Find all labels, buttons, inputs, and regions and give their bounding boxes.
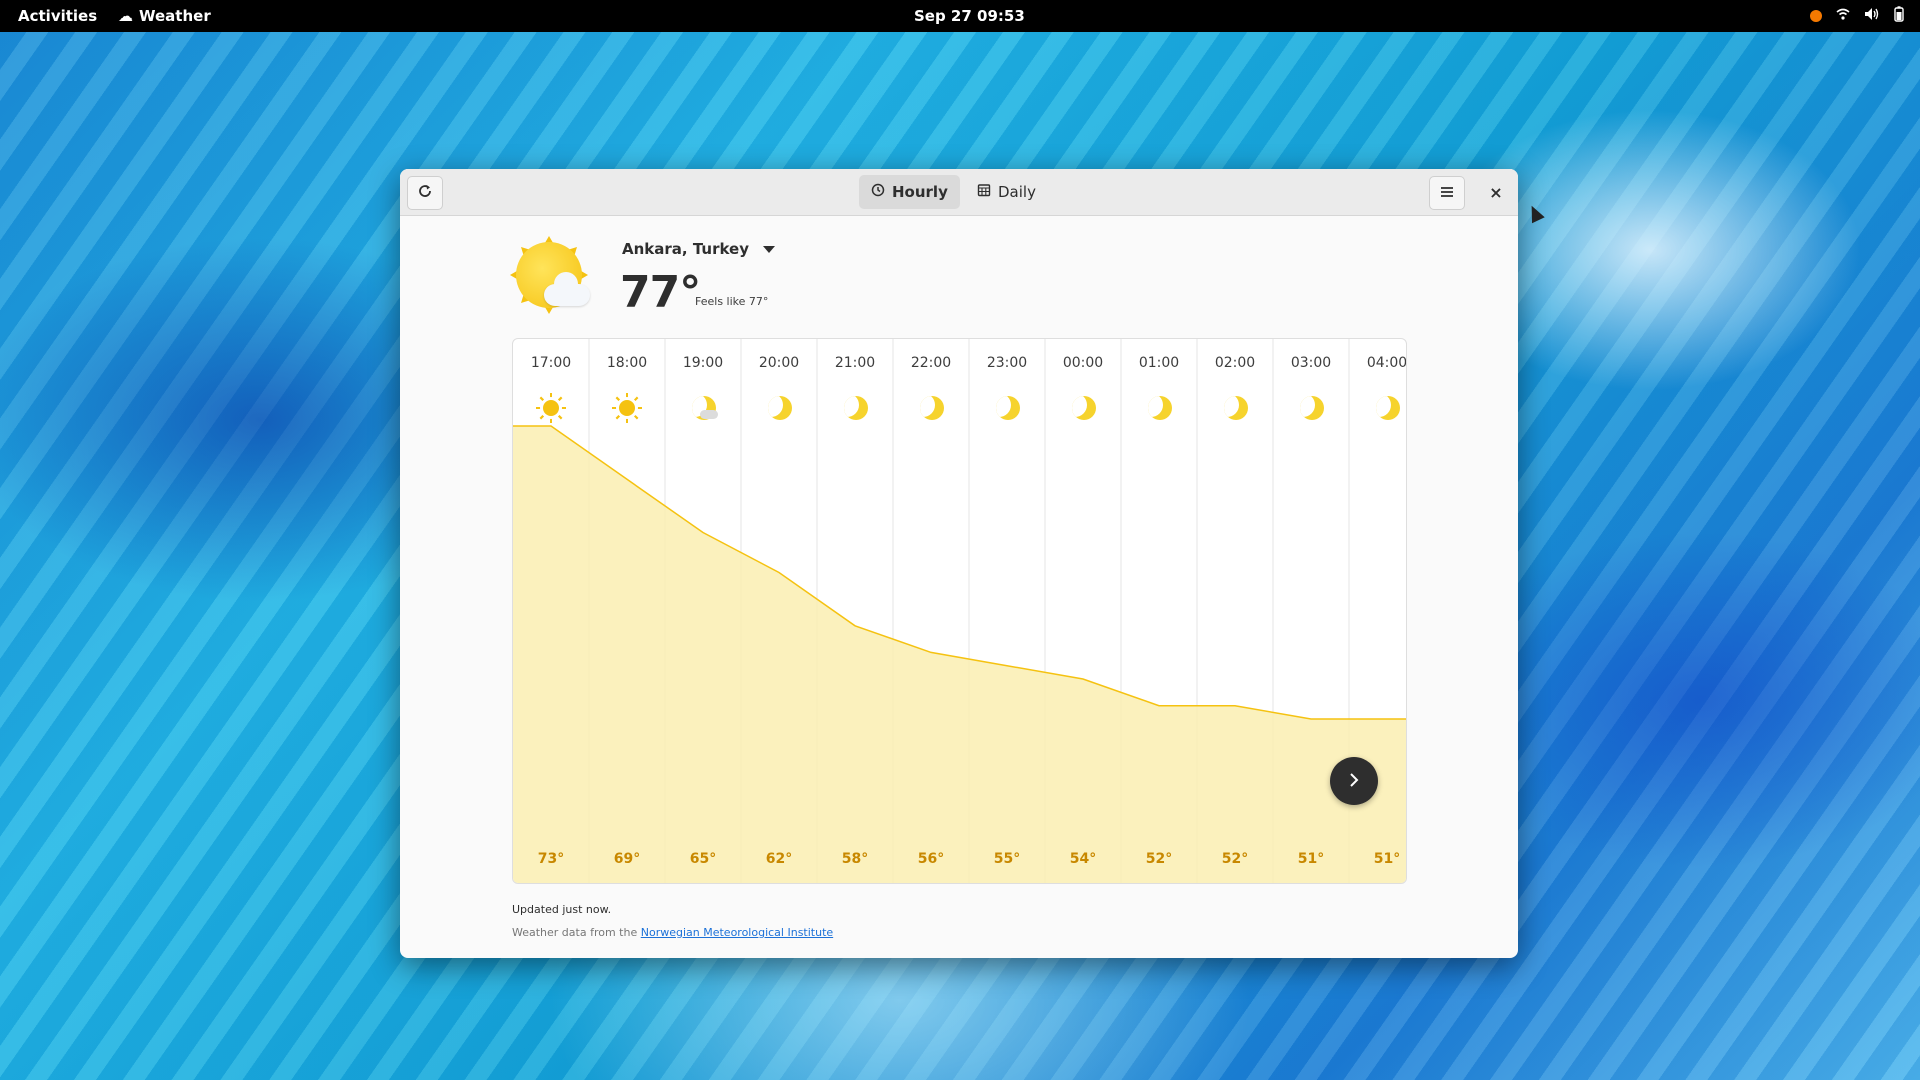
hour-temperature: 52° <box>1145 851 1173 867</box>
attribution: Weather data from the Norwegian Meteorol… <box>512 926 833 939</box>
moon-icon <box>916 393 946 423</box>
hour-temperature: 54° <box>1069 851 1097 867</box>
weather-app-icon: ☁ <box>118 7 133 25</box>
hour-time: 03:00 <box>1290 355 1332 371</box>
moon-icon <box>840 393 870 423</box>
moon-icon <box>1296 393 1326 423</box>
hour-temperature: 62° <box>765 851 793 867</box>
next-hours-button[interactable] <box>1330 757 1378 805</box>
battery-icon[interactable] <box>1894 6 1904 26</box>
hour-column: 02:00 52° <box>1197 339 1273 883</box>
activities-button[interactable]: Activities <box>18 7 97 25</box>
hour-time: 23:00 <box>986 355 1028 371</box>
hour-temperature: 55° <box>993 851 1021 867</box>
moon-icon <box>1220 393 1250 423</box>
caret-down-icon <box>763 245 776 253</box>
wifi-icon[interactable] <box>1836 7 1850 25</box>
attribution-prefix: Weather data from the <box>512 926 641 939</box>
clock-icon <box>871 183 885 201</box>
hour-column: 22:00 56° <box>893 339 969 883</box>
close-button[interactable]: × <box>1483 179 1509 205</box>
hour-column: 03:00 51° <box>1273 339 1349 883</box>
attribution-link[interactable]: Norwegian Meteorological Institute <box>641 926 833 939</box>
refresh-button[interactable] <box>407 176 443 210</box>
hour-temperature: 52° <box>1221 851 1249 867</box>
top-bar: Activities ☁ Weather Sep 27 09:53 <box>0 0 1920 32</box>
hour-temperature: 58° <box>841 851 869 867</box>
moon-icon <box>764 393 794 423</box>
hour-temperature: 56° <box>917 851 945 867</box>
hour-column: 21:00 58° <box>817 339 893 883</box>
hour-temperature: 51° <box>1373 851 1401 867</box>
calendar-icon <box>977 183 991 201</box>
hourly-forecast[interactable]: 17:00 73° 18:00 69° 19:00 65° 20:00 62° 21:00 58°… <box>512 338 1407 884</box>
clock[interactable]: Sep 27 09:53 <box>914 7 1025 25</box>
hour-column: 01:00 52° <box>1121 339 1197 883</box>
refresh-icon <box>417 183 433 204</box>
main-menu-button[interactable] <box>1429 176 1465 210</box>
moon-cloud-icon <box>688 393 718 423</box>
volume-icon[interactable] <box>1864 7 1880 25</box>
moon-icon <box>992 393 1022 423</box>
close-icon: × <box>1489 182 1503 202</box>
tab-daily-label: Daily <box>998 183 1036 201</box>
hamburger-icon <box>1439 183 1455 204</box>
hour-column: 00:00 54° <box>1045 339 1121 883</box>
hour-time: 01:00 <box>1138 355 1180 371</box>
tab-daily[interactable]: Daily <box>965 175 1048 209</box>
hour-time: 21:00 <box>834 355 876 371</box>
location-name: Ankara, Turkey <box>622 240 750 258</box>
hour-column: 19:00 65° <box>665 339 741 883</box>
feels-like: Feels like 77° <box>695 295 769 308</box>
hour-time: 22:00 <box>910 355 952 371</box>
moon-icon <box>1372 393 1402 423</box>
sun-icon <box>612 393 642 423</box>
hour-temperature: 51° <box>1297 851 1325 867</box>
moon-icon <box>1144 393 1174 423</box>
location-selector[interactable]: Ankara, Turkey <box>622 240 776 258</box>
hour-time: 18:00 <box>606 355 648 371</box>
chevron-right-icon <box>1347 769 1361 793</box>
hour-temperature: 69° <box>613 851 641 867</box>
system-tray[interactable] <box>1810 6 1904 26</box>
hour-time: 04:00 <box>1366 355 1407 371</box>
hour-time: 20:00 <box>758 355 800 371</box>
hour-temperature: 73° <box>537 851 565 867</box>
hour-time: 17:00 <box>530 355 572 371</box>
sun-with-cloud-icon <box>510 236 594 320</box>
app-name: Weather <box>139 7 211 25</box>
weather-window: Hourly Daily × Ankara, Turkey 77° Feels … <box>400 169 1518 958</box>
current-temperature: 77° <box>620 267 701 318</box>
header-bar: Hourly Daily × <box>400 169 1518 216</box>
hour-column: 17:00 73° <box>513 339 589 883</box>
sun-icon <box>536 393 566 423</box>
hour-time: 00:00 <box>1062 355 1104 371</box>
hour-column: 23:00 55° <box>969 339 1045 883</box>
moon-icon <box>1068 393 1098 423</box>
status-dot-icon[interactable] <box>1810 10 1822 22</box>
tab-hourly[interactable]: Hourly <box>859 175 960 209</box>
hour-temperature: 65° <box>689 851 717 867</box>
hour-column: 18:00 69° <box>589 339 665 883</box>
hour-column: 20:00 62° <box>741 339 817 883</box>
updated-status: Updated just now. <box>512 903 612 916</box>
hour-time: 19:00 <box>682 355 724 371</box>
mouse-cursor <box>1525 202 1545 224</box>
app-menu-button[interactable]: ☁ Weather <box>118 7 211 25</box>
tab-hourly-label: Hourly <box>892 183 948 201</box>
hour-time: 02:00 <box>1214 355 1256 371</box>
